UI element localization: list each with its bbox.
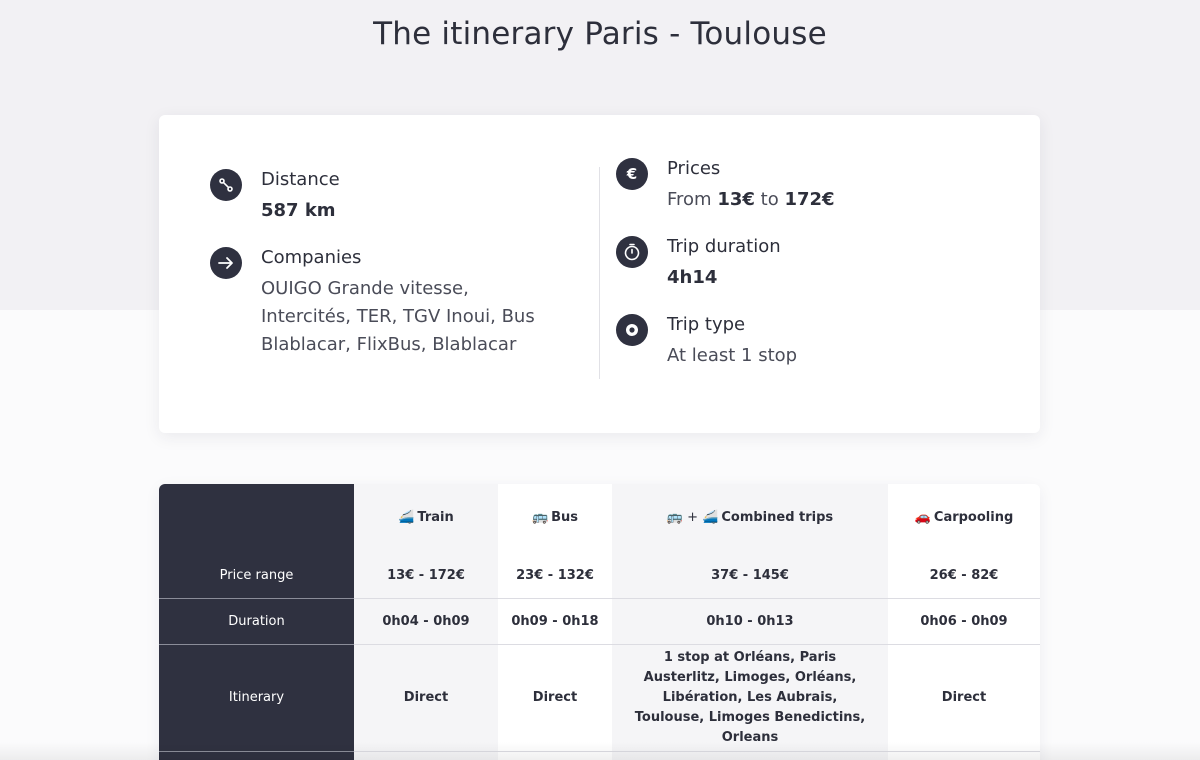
price-combined: 37€ - 145€ — [612, 554, 888, 599]
trip-type-value: At least 1 stop — [667, 345, 798, 366]
row-label-itinerary: Itinerary — [159, 644, 354, 752]
page-title: The itinerary Paris - Toulouse — [373, 16, 827, 52]
route-icon — [210, 169, 242, 201]
trip-type-label: Trip type — [667, 314, 746, 335]
table-row: Duration 0h04 - 0h09 0h09 - 0h18 0h10 - … — [159, 598, 1040, 645]
car-icon: 🚗 — [914, 510, 931, 525]
bus-icon: 🚌 — [531, 510, 549, 525]
euro-icon: € — [616, 158, 648, 190]
table-row: Itinerary Direct Direct 1 stop at Orléan… — [159, 644, 1040, 752]
itinerary-combined-text: 1 stop at Orléans, Paris Austerlitz, Lim… — [634, 649, 866, 745]
itinerary-train: Direct — [354, 644, 498, 752]
row-label-price: Price range — [159, 554, 354, 599]
distance-label: Distance — [261, 169, 340, 190]
trip-summary-card: Distance 587 km Companies OUIGO Grande v… — [159, 115, 1040, 433]
prices-joiner: to — [760, 189, 779, 210]
prices-value: From 13€ to 172€ — [667, 186, 987, 214]
prices-min: 13€ — [717, 189, 755, 210]
companies-label: Companies — [261, 247, 362, 268]
card-divider — [599, 167, 600, 379]
scroll-fade — [0, 742, 1200, 760]
prices-max: 172€ — [784, 189, 835, 210]
map-pin-icon — [616, 314, 648, 346]
table-corner-cell — [159, 484, 354, 554]
row-label-duration: Duration — [159, 598, 354, 645]
bus-train-icon: 🚌 + 🚄 — [666, 510, 719, 525]
companies-value: OUIGO Grande vitesse, Intercités, TER, T… — [261, 278, 535, 355]
table-row: Price range 13€ - 172€ 23€ - 132€ 37€ - … — [159, 554, 1040, 599]
trip-duration-label: Trip duration — [667, 236, 781, 257]
comparison-table-card: 🚄 Train 🚌 Bus 🚌 + 🚄 Combined trips 🚗 Carpool… — [159, 484, 1040, 760]
column-header-combined: 🚌 + 🚄 Combined trips — [612, 484, 888, 554]
arrow-right-icon — [210, 247, 242, 279]
comparison-table: 🚄 Train 🚌 Bus 🚌 + 🚄 Combined trips 🚗 Carpool… — [159, 484, 1040, 760]
itinerary-combined: 1 stop at Orléans, Paris Austerlitz, Lim… — [612, 644, 888, 752]
duration-carpooling: 0h06 - 0h09 — [888, 598, 1040, 645]
distance-value: 587 km — [261, 200, 336, 221]
column-header-carpooling: 🚗 Carpooling — [914, 510, 1014, 525]
table-header-row: 🚄 Train 🚌 Bus 🚌 + 🚄 Combined trips 🚗 Carpool… — [159, 484, 1040, 554]
prices-label: Prices — [667, 158, 721, 179]
duration-bus: 0h09 - 0h18 — [498, 598, 612, 645]
duration-combined: 0h10 - 0h13 — [612, 598, 888, 645]
prices-prefix: From — [667, 189, 712, 210]
column-header-train: 🚄 Train — [354, 484, 498, 554]
trip-duration-value: 4h14 — [667, 267, 718, 288]
train-icon: 🚄 — [398, 510, 415, 525]
duration-train: 0h04 - 0h09 — [354, 598, 498, 645]
price-bus: 23€ - 132€ — [498, 554, 612, 599]
price-train: 13€ - 172€ — [354, 554, 498, 599]
stopwatch-icon — [616, 236, 648, 268]
column-header-bus: 🚌 Bus — [531, 510, 579, 525]
itinerary-carpooling: Direct — [888, 644, 1040, 752]
price-carpooling: 26€ - 82€ — [888, 554, 1040, 599]
itinerary-bus: Direct — [498, 644, 612, 752]
